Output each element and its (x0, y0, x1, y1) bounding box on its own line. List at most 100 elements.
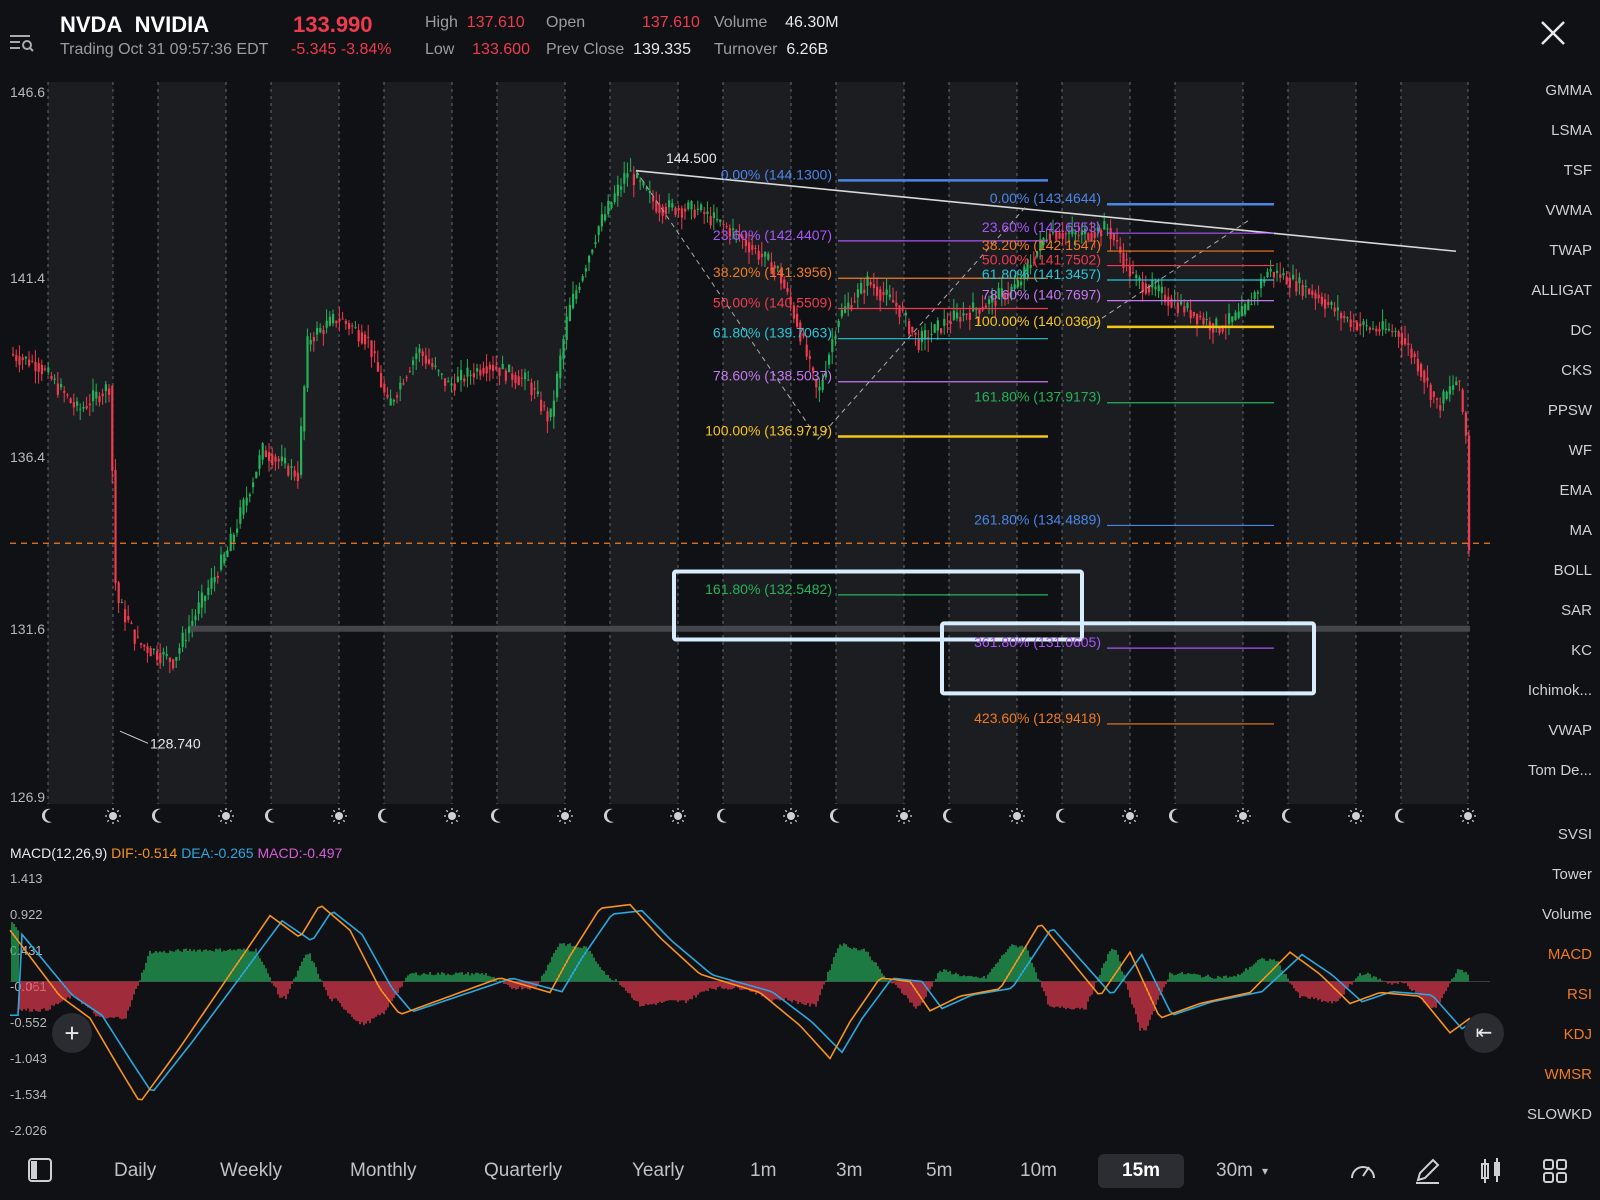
chevron-down-icon[interactable]: ▾ (1262, 1164, 1268, 1178)
candle-body (248, 494, 251, 497)
sun-ray (1246, 819, 1250, 823)
candle-body (408, 371, 411, 373)
sun-ray (342, 819, 346, 823)
candle-body (696, 208, 699, 210)
candle-body (917, 338, 920, 351)
sub-indicator-option[interactable]: KDJ (1564, 1026, 1592, 1043)
indicator-option[interactable]: LSMA (1551, 122, 1592, 139)
timeframe-3m[interactable]: 3m (836, 1160, 862, 1182)
add-indicator-button[interactable]: + (52, 1013, 92, 1053)
sun-ray (1133, 809, 1137, 813)
candle-body (786, 288, 789, 292)
sub-indicator-option[interactable]: Volume (1542, 906, 1592, 923)
candle-body (184, 639, 187, 641)
speedometer-icon[interactable] (1348, 1156, 1378, 1186)
candle-body (882, 292, 885, 296)
candle-body (524, 372, 527, 380)
indicator-option[interactable]: WF (1569, 442, 1592, 459)
candle-body (1448, 386, 1451, 395)
indicator-option[interactable]: GMMA (1545, 82, 1592, 99)
candle-body (1244, 304, 1247, 315)
indicator-option[interactable]: DC (1570, 322, 1592, 339)
timeframe-yearly[interactable]: Yearly (632, 1160, 684, 1182)
indicator-option[interactable]: PPSW (1548, 402, 1592, 419)
sub-indicator-option[interactable]: WMSR (1545, 1066, 1593, 1083)
candle-body (399, 382, 402, 390)
candle-body (885, 289, 888, 295)
price-chart-area[interactable]: 146.6 141.4 136.4 131.6 126.9 128.740 144.500… (0, 82, 1518, 1142)
candle-body (328, 316, 331, 326)
indicator-option[interactable]: Ichimok... (1528, 682, 1592, 699)
indicator-option[interactable]: CKS (1561, 362, 1592, 379)
close-icon[interactable] (1538, 18, 1568, 48)
macd-dea-line (10, 909, 1471, 1092)
indicator-option[interactable]: VWAP (1548, 722, 1592, 739)
candle-body (1202, 317, 1205, 325)
candle-body (568, 304, 571, 322)
candle-body (37, 363, 40, 372)
candle-body (1384, 328, 1387, 330)
candle-body (543, 405, 546, 407)
pencil-icon[interactable] (1412, 1156, 1442, 1186)
timeframe-10m[interactable]: 10m (1020, 1160, 1057, 1182)
candle-body (12, 353, 15, 356)
timeframe-monthly[interactable]: Monthly (350, 1160, 417, 1182)
candle-body (536, 391, 539, 395)
indicator-option[interactable]: MA (1570, 522, 1593, 539)
timeframe-1m[interactable]: 1m (750, 1160, 776, 1182)
macd-legend: MACD(12,26,9) DIF:-0.514 DEA:-0.265 MACD… (10, 845, 342, 861)
candle-body (181, 632, 184, 647)
candle-body (306, 336, 309, 388)
collapse-panel-button[interactable]: ⇤ (1464, 1013, 1504, 1053)
sun-ray (784, 819, 788, 823)
candle-body (652, 196, 655, 202)
sub-indicator-option[interactable]: MACD (1548, 946, 1592, 963)
indicator-option[interactable]: VWMA (1545, 202, 1592, 219)
sun-ray (1471, 809, 1475, 813)
indicator-option[interactable]: EMA (1559, 482, 1592, 499)
candle-body (159, 652, 162, 664)
indicator-option[interactable]: SAR (1561, 602, 1592, 619)
timeframe-daily[interactable]: Daily (114, 1160, 156, 1182)
candle-body (552, 400, 555, 417)
candle-body (1192, 311, 1195, 316)
candle-body (1410, 348, 1413, 358)
sub-indicator-option[interactable]: SLOWKD (1527, 1106, 1592, 1123)
sun-icon (222, 812, 230, 820)
timeframe-weekly[interactable]: Weekly (220, 1160, 282, 1182)
sub-indicator-option[interactable]: SVSI (1558, 826, 1592, 843)
indicator-option[interactable]: ALLIGAT (1531, 282, 1592, 299)
timeframe-quarterly[interactable]: Quarterly (484, 1160, 562, 1182)
menu-search-icon[interactable] (8, 30, 36, 54)
candle-body (488, 364, 491, 370)
indicator-option[interactable]: Tom De... (1528, 762, 1592, 779)
layout-toggle-icon[interactable] (26, 1156, 54, 1184)
grid-layout-icon[interactable] (1540, 1156, 1570, 1186)
timeframe-30m[interactable]: 30m (1216, 1160, 1253, 1182)
timeframe-15m[interactable]: 15m (1098, 1154, 1185, 1188)
candle-body (1228, 313, 1231, 324)
ticker-symbol: NVDA (60, 12, 123, 37)
candle-body (60, 384, 63, 388)
candlestick-icon[interactable] (1476, 1156, 1506, 1186)
candle-body (252, 482, 255, 488)
candle-body (1253, 292, 1256, 300)
turnover-label: Turnover (714, 41, 778, 58)
candle-body (479, 369, 482, 376)
sun-icon (448, 812, 456, 820)
candle-body (840, 309, 843, 317)
indicator-option[interactable]: TSF (1564, 162, 1592, 179)
candle-body (671, 203, 674, 208)
indicator-option[interactable]: TWAP (1549, 242, 1592, 259)
high-marker-label: 144.500 (666, 150, 717, 166)
sub-indicator-option[interactable]: Tower (1552, 866, 1592, 883)
indicator-option[interactable]: BOLL (1554, 562, 1592, 579)
candle-body (450, 383, 453, 386)
candle-body (1205, 319, 1208, 321)
sub-indicator-option[interactable]: RSI (1567, 986, 1592, 1003)
indicator-option[interactable]: KC (1571, 642, 1592, 659)
candle-body (818, 386, 821, 391)
timeframe-5m[interactable]: 5m (926, 1160, 952, 1182)
candle-body (440, 373, 443, 375)
sun-ray (1359, 819, 1363, 823)
